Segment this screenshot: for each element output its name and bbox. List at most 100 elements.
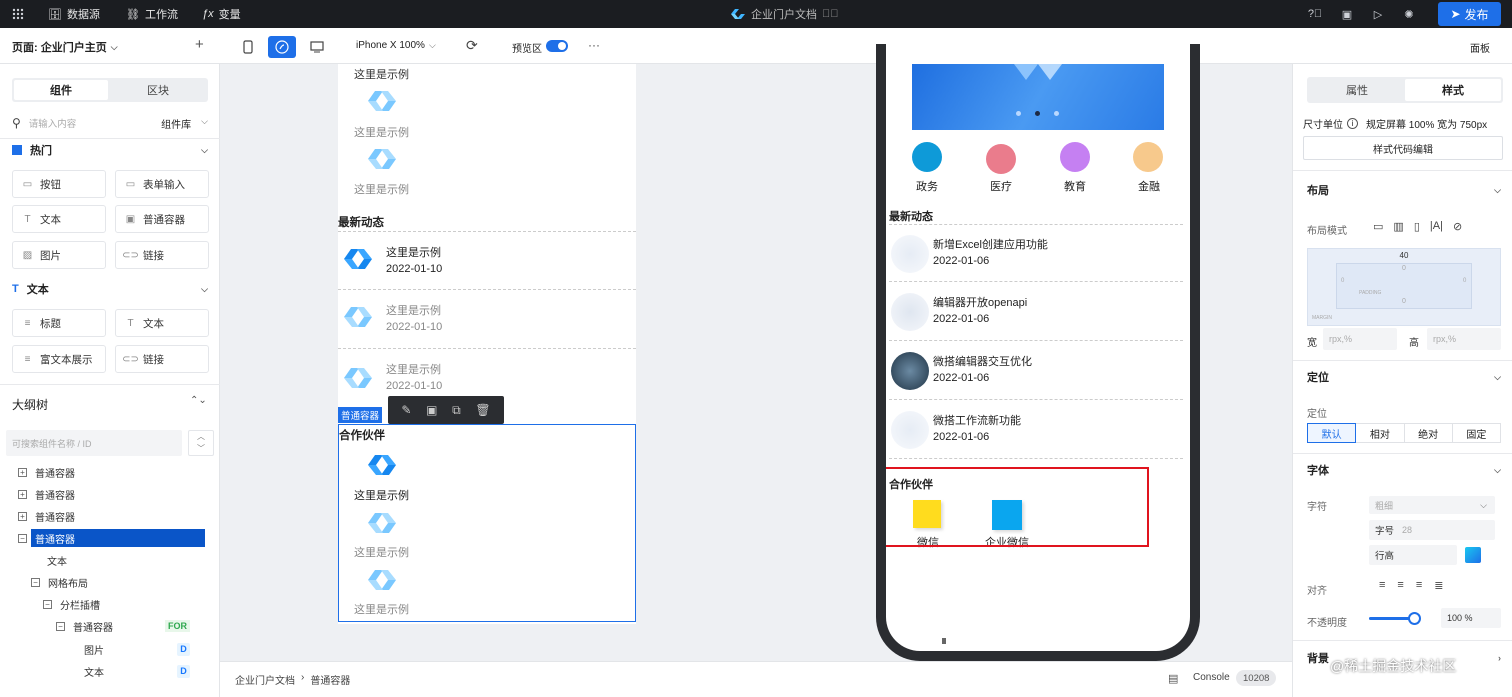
box-model-editor[interactable]: 40 0 0 0 PADDING 0 MARGIN <box>1307 248 1501 326</box>
carousel-dot[interactable] <box>1054 111 1059 116</box>
tree-node-selected[interactable]: − 普通容器 <box>0 527 220 549</box>
position-fixed[interactable]: 固定 <box>1452 423 1501 443</box>
tab-components[interactable]: 组件 <box>14 80 108 100</box>
news-item[interactable]: 这里是示例 2022-01-10 <box>338 290 636 349</box>
info-icon[interactable]: i <box>1347 118 1358 129</box>
line-height-input[interactable]: 行高 <box>1369 545 1457 565</box>
component-container[interactable]: ▣ 普通容器 <box>115 205 209 233</box>
preview-toggle[interactable] <box>546 40 568 52</box>
layout-flex-icon[interactable]: ▥ <box>1393 220 1403 233</box>
console-label[interactable]: Console <box>1193 672 1230 683</box>
collapse-node-icon[interactable]: − <box>56 621 65 631</box>
selected-container[interactable]: 合作伙伴 这里是示例 这里是示例 这里是示例 <box>338 424 636 622</box>
opacity-slider[interactable] <box>1369 612 1421 625</box>
carousel-dot-active[interactable] <box>1035 111 1040 116</box>
align-left-icon[interactable]: ≡ <box>1379 579 1385 592</box>
debug-icon[interactable]: ✺ <box>1401 6 1417 22</box>
outline-search-input[interactable]: 可搜索组件名称 / ID <box>6 430 182 456</box>
more-icon[interactable]: ··· <box>588 38 600 52</box>
component-link[interactable]: ⊂⊃ 链接 <box>115 241 209 269</box>
width-input[interactable]: rpx,% <box>1323 328 1397 350</box>
tree-node[interactable]: − 分栏插槽 <box>0 593 220 615</box>
component-form-input[interactable]: ▭ 表单输入 <box>115 170 209 198</box>
collapse-icon[interactable]: ⌃⌄ <box>190 395 207 406</box>
layout-block-icon[interactable]: ▭ <box>1373 220 1383 233</box>
collapse-node-icon[interactable]: − <box>18 533 27 543</box>
tree-node[interactable]: − 网格布局 <box>0 571 220 593</box>
miniprogram-view-icon[interactable] <box>268 36 296 58</box>
refresh-icon[interactable]: ⟳ <box>466 37 478 54</box>
position-relative[interactable]: 相对 <box>1356 423 1405 443</box>
tree-node[interactable]: − 普通容器 FOR <box>0 615 220 637</box>
device-selector[interactable]: iPhone X 100% ⌵ <box>356 40 436 51</box>
tab-props[interactable]: 属性 <box>1309 79 1405 101</box>
carousel-dot[interactable] <box>1016 111 1021 116</box>
align-center-icon[interactable]: ≡ <box>1397 579 1403 592</box>
play-icon[interactable]: ▷ <box>1370 6 1386 22</box>
tree-node[interactable]: 图片 D <box>0 638 220 660</box>
news-item[interactable]: 新增Excel创建应用功能 2022-01-06 <box>889 224 1183 282</box>
font-section[interactable]: 字体 ⌵ <box>1307 460 1501 480</box>
collapse-node-icon[interactable]: − <box>31 577 40 587</box>
padding-box[interactable]: 0 0 0 PADDING 0 <box>1336 263 1472 309</box>
tab-style[interactable]: 样式 <box>1405 79 1501 101</box>
add-page-button[interactable]: + <box>195 36 204 53</box>
news-item[interactable]: 编辑器开放openapi 2022-01-06 <box>889 283 1183 341</box>
page-selector[interactable]: 页面: 企业门户主页 ⌵ <box>12 39 118 55</box>
console-icon[interactable]: ▤ <box>1168 672 1178 685</box>
layout-inline-icon[interactable]: ▯ <box>1414 220 1420 233</box>
font-size-input[interactable]: 字号 28 <box>1369 520 1495 540</box>
layout-text-icon[interactable]: |A| <box>1430 220 1443 233</box>
delete-icon[interactable]: 🗑 <box>475 403 490 417</box>
align-justify-icon[interactable]: ≣ <box>1434 579 1443 592</box>
align-right-icon[interactable]: ≡ <box>1416 579 1422 592</box>
component-text-2[interactable]: T 文本 <box>115 309 209 337</box>
font-color-swatch[interactable] <box>1465 547 1481 563</box>
search-input[interactable]: 请输入内容 <box>29 116 161 130</box>
category-finance-icon[interactable] <box>1133 142 1163 172</box>
tree-node[interactable]: + 普通容器 <box>0 483 220 505</box>
mobile-view-icon[interactable] <box>238 36 258 58</box>
category-medical-icon[interactable] <box>986 144 1016 174</box>
section-hot[interactable]: 热门 ⌵ <box>12 140 208 160</box>
tree-node[interactable]: + 普通容器 <box>0 505 220 527</box>
category-education-icon[interactable] <box>1060 142 1090 172</box>
expand-icon[interactable]: + <box>18 489 27 499</box>
banner-carousel[interactable] <box>912 64 1164 130</box>
copy-icon[interactable]: ⧉ <box>452 403 461 418</box>
publish-button[interactable]: ➤ 发布 <box>1438 2 1501 26</box>
panel-toggle[interactable]: 面板 <box>1470 40 1490 55</box>
edit-icon[interactable]: ✎ <box>401 403 411 417</box>
component-text[interactable]: T 文本 <box>12 205 106 233</box>
tab-blocks[interactable]: 区块 <box>110 80 206 100</box>
variables-menu[interactable]: ƒx 变量 <box>202 0 241 28</box>
save-icon[interactable]: ▣ <box>1339 6 1355 22</box>
help-icon[interactable]: ?⃝ <box>1307 6 1323 22</box>
component-image[interactable]: ▨ 图片 <box>12 241 106 269</box>
workflow-menu[interactable]: ⛓ 工作流 <box>126 0 178 28</box>
layout-section[interactable]: 布局 ⌵ <box>1307 180 1501 200</box>
opacity-input[interactable]: 100 % <box>1441 608 1501 628</box>
news-item[interactable]: 微搭工作流新功能 2022-01-06 <box>889 401 1183 459</box>
desktop-view-icon[interactable] <box>306 36 328 58</box>
category-gov-icon[interactable] <box>912 142 942 172</box>
save-icon[interactable]: ▣ <box>426 403 437 417</box>
font-weight-select[interactable]: 粗细 ⌵ <box>1369 496 1495 514</box>
height-input[interactable]: rpx,% <box>1427 328 1501 350</box>
outline-sort-icon[interactable]: ︿ ﹀ <box>188 430 214 456</box>
selected-component-tag[interactable]: 普通容器 <box>338 407 382 423</box>
component-button[interactable]: ▭ 按钮 <box>12 170 106 198</box>
expand-icon[interactable]: + <box>18 511 27 521</box>
doc-title-area[interactable]: 企业门户文档 ✓⃝ <box>730 0 839 28</box>
component-richtext[interactable]: ≡ 富文本展示 <box>12 345 106 373</box>
style-code-edit-button[interactable]: 样式代码编辑 <box>1303 136 1503 160</box>
library-dropdown[interactable]: 组件库 ⌵ <box>161 116 208 131</box>
position-absolute[interactable]: 绝对 <box>1404 423 1453 443</box>
collapse-node-icon[interactable]: − <box>43 599 52 609</box>
news-item[interactable]: 微搭编辑器交互优化 2022-01-06 <box>889 342 1183 400</box>
position-section[interactable]: 定位 ⌵ <box>1307 367 1501 387</box>
expand-icon[interactable]: + <box>18 467 27 477</box>
section-text[interactable]: T 文本 ⌵ <box>12 279 208 299</box>
tree-node[interactable]: 文本 D <box>0 660 220 682</box>
component-link-2[interactable]: ⊂⊃ 链接 <box>115 345 209 373</box>
